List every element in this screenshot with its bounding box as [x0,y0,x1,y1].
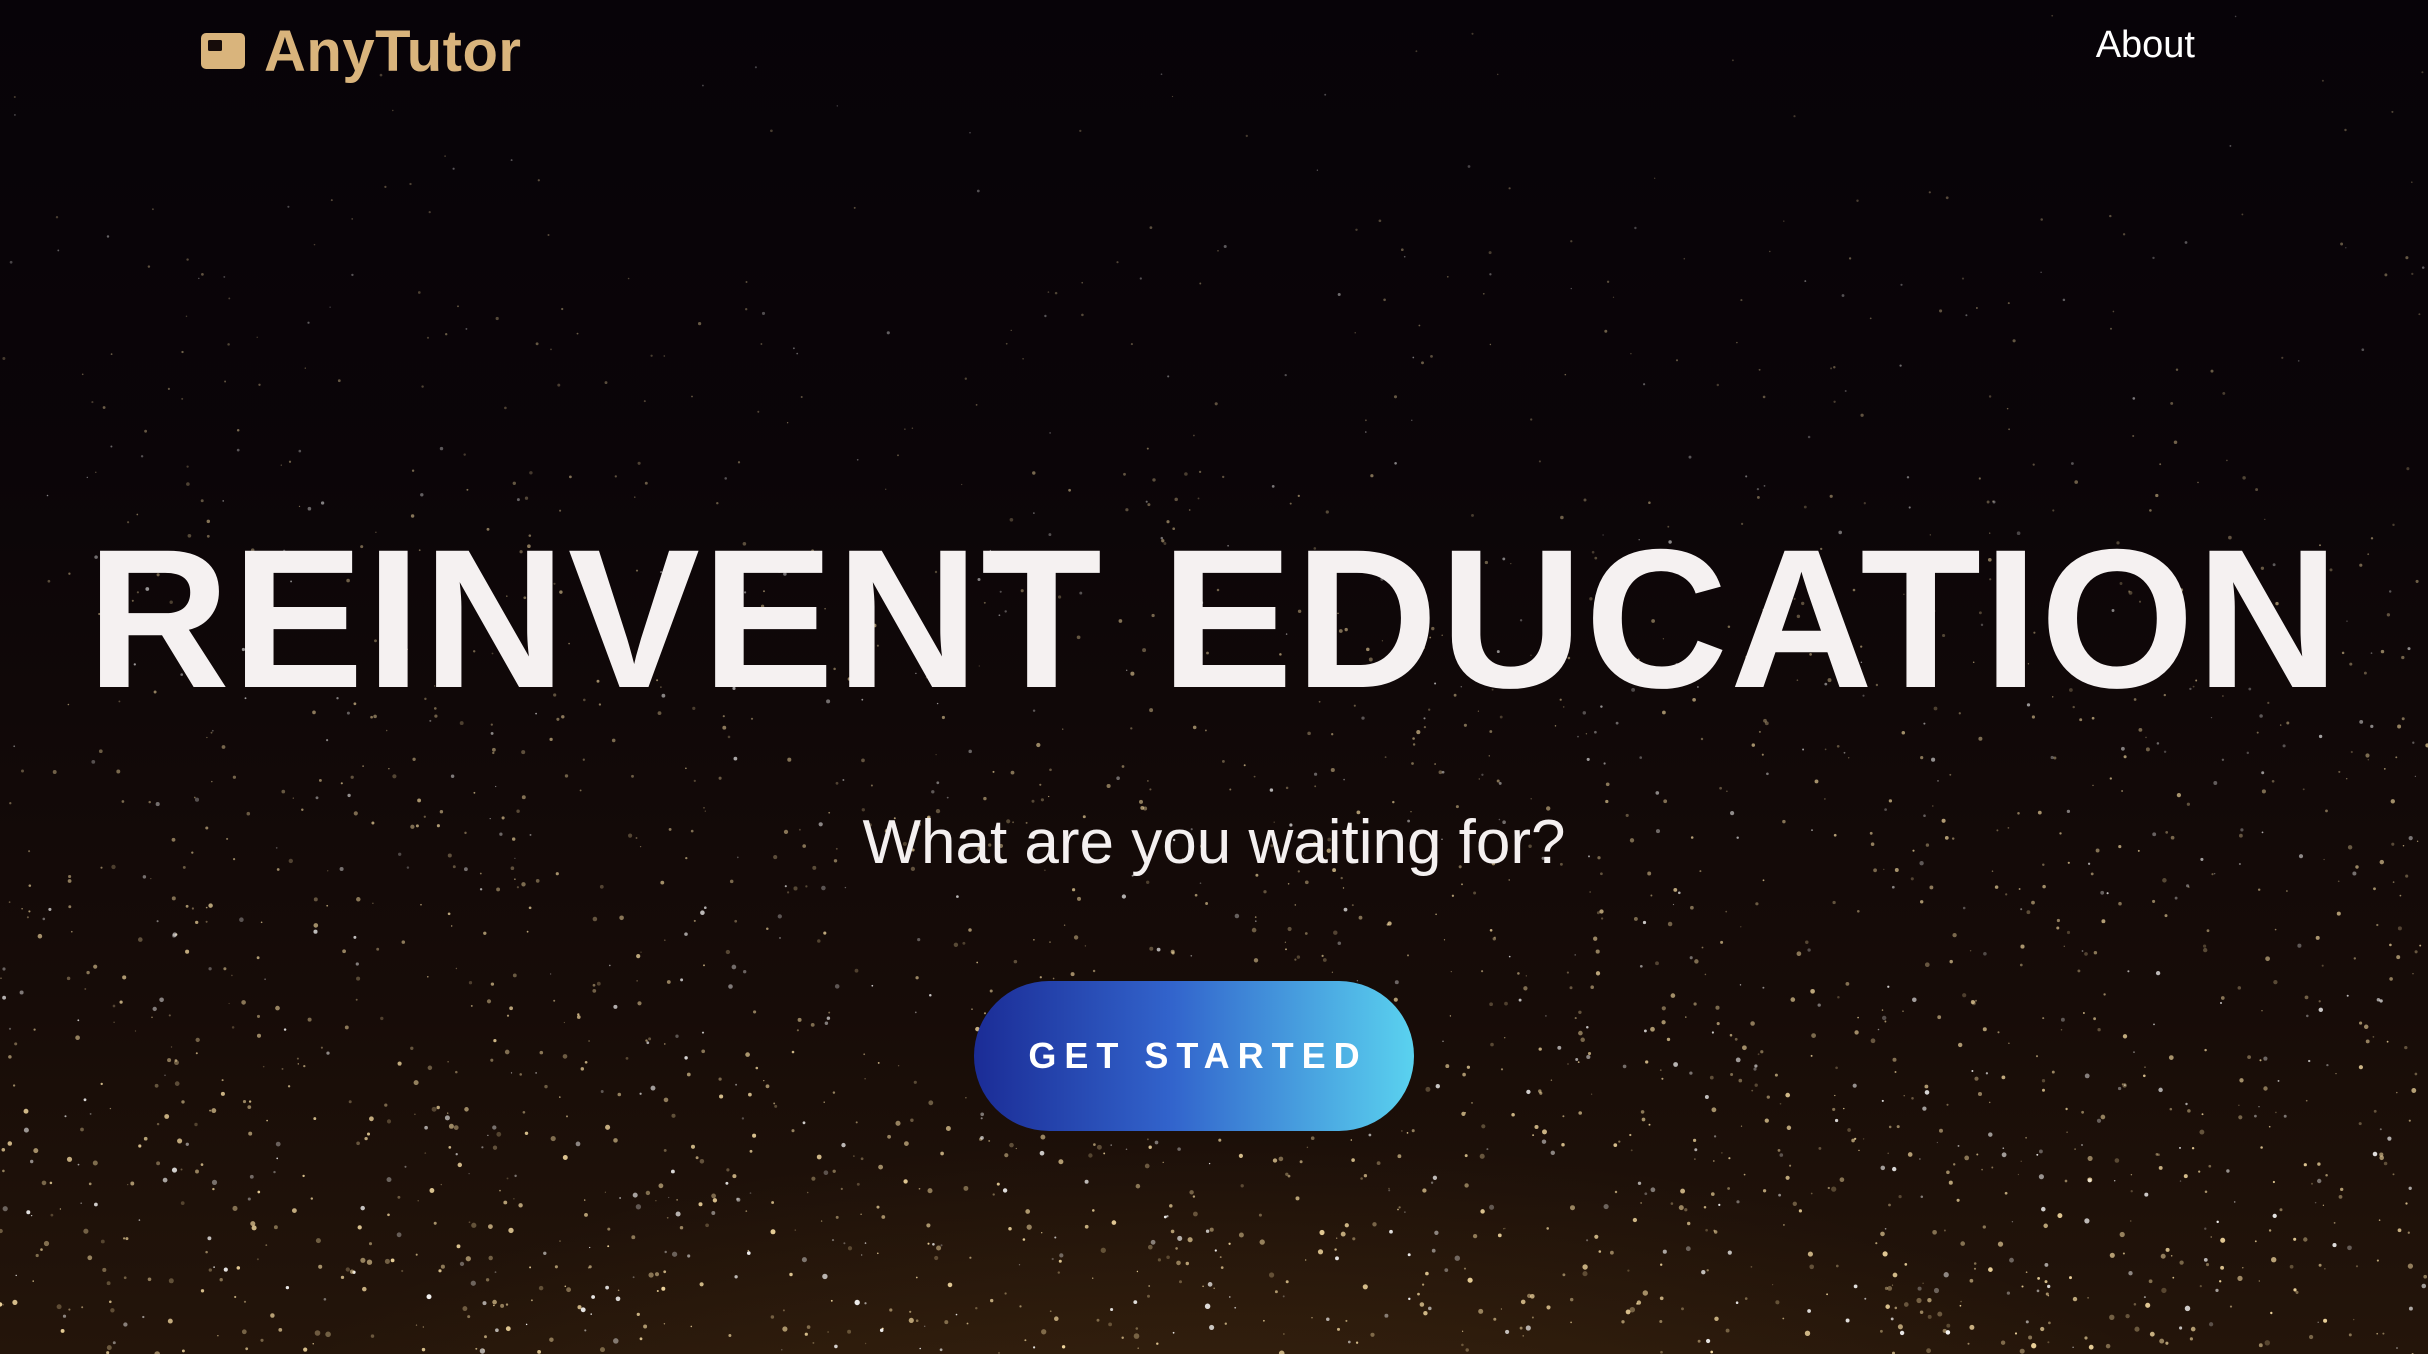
id-card-icon [201,33,245,69]
get-started-button[interactable]: GET STARTED [974,981,1414,1131]
nav-about-link[interactable]: About [2096,24,2195,67]
hero-headline: REINVENT EDUCATION [86,508,2342,729]
brand-name: AnyTutor [264,18,522,84]
hero-subheadline: What are you waiting for? [862,808,1566,877]
navbar: AnyTutor About [0,0,2428,110]
hero-section: AnyTutor About REINVENT EDUCATION What a… [0,0,2428,1354]
brand-link[interactable]: AnyTutor [200,16,521,86]
